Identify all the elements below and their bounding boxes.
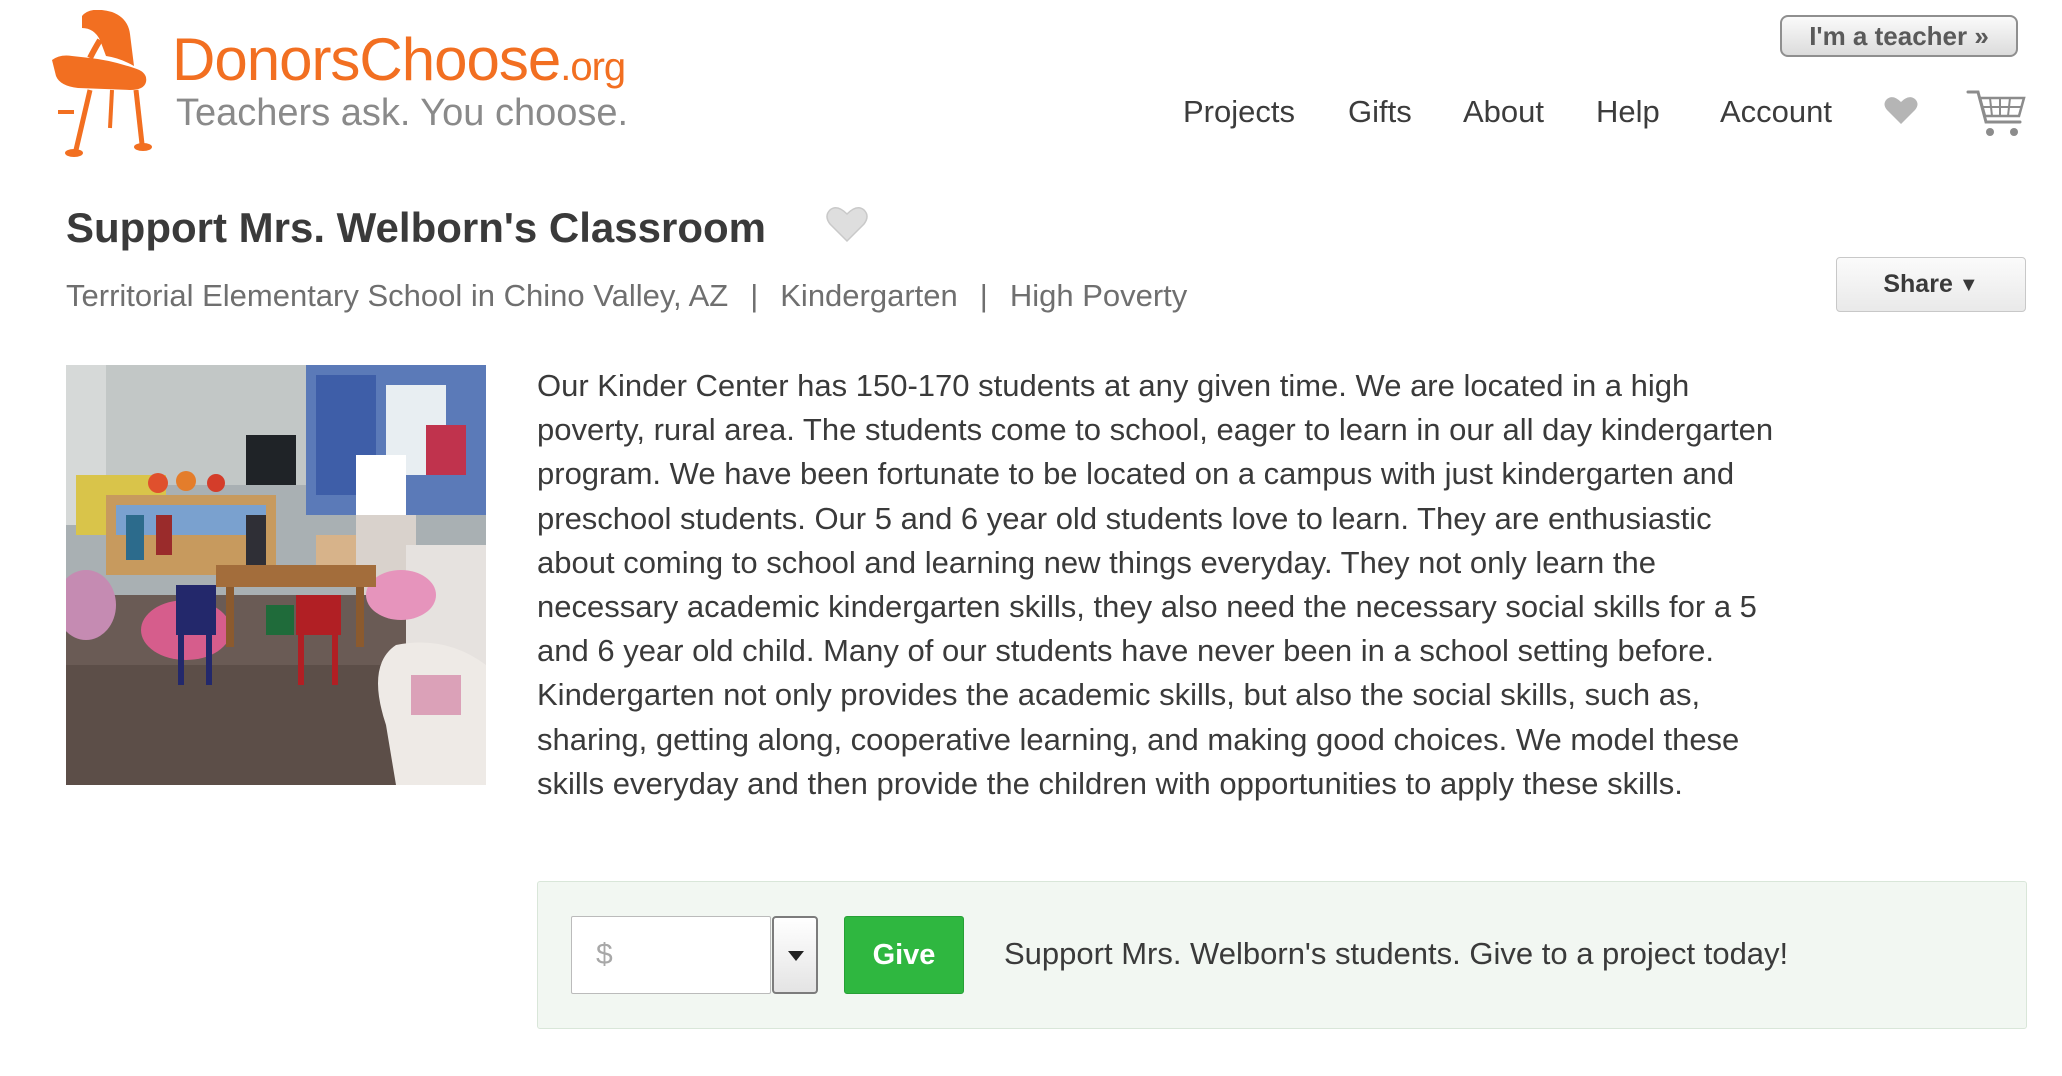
favorite-heart-icon[interactable] [826,204,868,244]
logo[interactable]: DonorsChoose.org Teachers ask. You choos… [50,10,650,160]
nav-help[interactable]: Help [1596,92,1660,132]
logo-tagline: Teachers ask. You choose. [176,92,629,134]
amount-dropdown-button[interactable] [772,916,818,994]
separator: | [979,278,988,313]
amount-field [571,916,771,994]
share-label: Share [1883,270,1953,298]
im-a-teacher-button[interactable]: I'm a teacher » [1780,15,2018,57]
classroom-photo-image [66,365,486,785]
give-box: Give Support Mrs. Welborn's students. Gi… [537,881,2027,1029]
heart-icon[interactable] [1884,94,1918,126]
chair-logo-icon [52,10,152,157]
logo-wordmark: DonorsChoose.org [172,26,626,93]
nav-about[interactable]: About [1463,92,1544,132]
give-button[interactable]: Give [844,916,964,994]
classroom-description: Our Kinder Center has 150-170 students a… [537,368,1774,801]
nav-gifts[interactable]: Gifts [1348,92,1412,132]
dropdown-arrow-icon [788,951,804,961]
nav-projects[interactable]: Projects [1183,92,1295,132]
nav-account[interactable]: Account [1720,92,1832,132]
poverty-level: High Poverty [1009,278,1188,313]
give-message: Support Mrs. Welborn's students. Give to… [1004,936,1789,971]
school-location-link[interactable]: Territorial Elementary School in Chino V… [66,278,728,313]
share-button[interactable]: Share ▼ [1836,257,2026,312]
caret-down-icon: ▼ [1958,274,1979,296]
grade-level: Kindergarten [780,278,958,313]
donation-amount-input[interactable] [572,917,770,993]
classroom-photo [66,365,486,785]
page-title: Support Mrs. Welborn's Classroom [66,204,766,251]
separator: | [750,278,759,313]
cart-icon[interactable] [1966,88,2028,140]
classroom-details: Territorial Elementary School in Chino V… [66,276,1187,316]
